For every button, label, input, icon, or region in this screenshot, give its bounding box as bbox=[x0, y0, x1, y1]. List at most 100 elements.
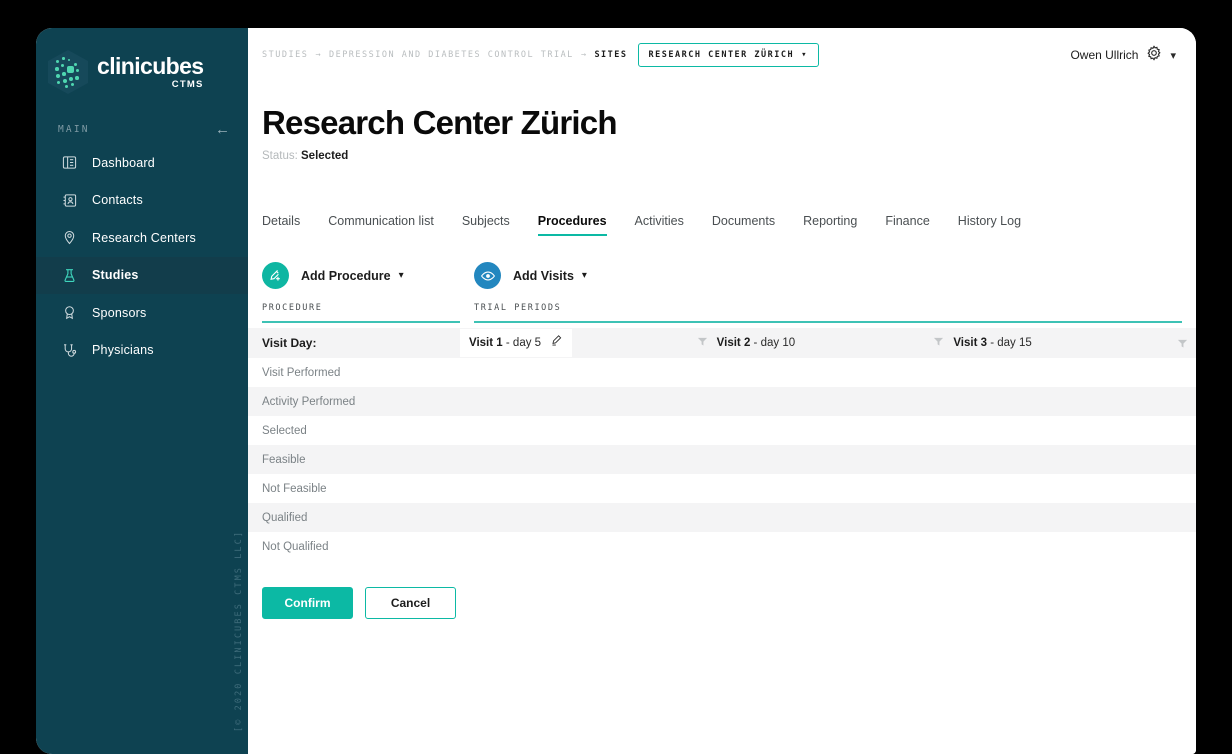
visit-cell-2: Visit 2 - day 10 bbox=[697, 334, 934, 352]
tab-activities[interactable]: Activities bbox=[635, 214, 684, 236]
sidebar-item-label: Dashboard bbox=[92, 155, 155, 170]
copyright-notice: [© 2020 CLINICUBES CTMS LLC] bbox=[234, 529, 244, 732]
visit-cell-1: Visit 1 - day 5 bbox=[460, 329, 697, 357]
cancel-button[interactable]: Cancel bbox=[365, 587, 456, 619]
contacts-icon bbox=[58, 193, 80, 208]
breadcrumb-separator-icon: → bbox=[580, 50, 588, 60]
table-row[interactable]: Activity Performed bbox=[248, 387, 1196, 416]
action-row: Add Procedure ▾ Add Visits ▾ bbox=[248, 262, 1196, 289]
procedure-rows: Visit Performed Activity Performed Selec… bbox=[248, 358, 1196, 561]
visit-1-label: Visit 1 - day 5 bbox=[469, 337, 542, 349]
row-label: Activity Performed bbox=[262, 395, 356, 408]
tab-procedures[interactable]: Procedures bbox=[537, 214, 607, 236]
column-header-procedure: PROCEDURE bbox=[262, 303, 460, 323]
nav-section-title: MAIN bbox=[58, 123, 90, 135]
breadcrumb-current-chip[interactable]: RESEARCH CENTER ZÜRICH ▾ bbox=[637, 43, 820, 67]
status-line: Status: Selected bbox=[262, 150, 1196, 162]
breadcrumb-separator-icon: → bbox=[315, 50, 322, 60]
flask-icon bbox=[58, 268, 80, 283]
brand-subtitle: CTMS bbox=[171, 78, 204, 90]
table-row[interactable]: Selected bbox=[248, 416, 1196, 445]
column-header-trial-periods: TRIAL PERIODS bbox=[474, 303, 1182, 323]
award-icon bbox=[58, 305, 80, 320]
sidebar-item-label: Contacts bbox=[92, 193, 143, 208]
eye-icon bbox=[474, 262, 501, 289]
chevron-down-icon: ▾ bbox=[398, 270, 404, 281]
tab-subjects[interactable]: Subjects bbox=[462, 214, 510, 236]
breadcrumb-item-studies[interactable]: STUDIES bbox=[262, 50, 308, 60]
table-row[interactable]: Not Qualified bbox=[248, 532, 1196, 561]
row-label: Visit Performed bbox=[262, 366, 341, 379]
tab-details[interactable]: Details bbox=[262, 214, 300, 236]
page-title: Research Center Zürich bbox=[262, 104, 618, 141]
table-row[interactable]: Visit Performed bbox=[248, 358, 1196, 387]
visit-2-label: Visit 2 - day 10 bbox=[716, 337, 796, 349]
main-content: STUDIES → DEPRESSION AND DIABETES CONTRO… bbox=[248, 28, 1196, 754]
row-label: Not Qualified bbox=[262, 540, 329, 553]
table-row[interactable]: Feasible bbox=[248, 445, 1196, 474]
breadcrumb-item-trial[interactable]: DEPRESSION AND DIABETES CONTROL TRIAL bbox=[329, 50, 574, 60]
visit-3-label: Visit 3 - day 15 bbox=[953, 337, 1032, 349]
column-headers: PROCEDURE TRIAL PERIODS bbox=[248, 303, 1196, 323]
pen-plus-icon bbox=[262, 262, 289, 289]
row-label: Selected bbox=[262, 424, 307, 437]
sidebar-item-label: Research Centers bbox=[92, 230, 196, 245]
visit-cell-3: Visit 3 - day 15 bbox=[933, 334, 1170, 352]
table-row[interactable]: Not Feasible bbox=[248, 474, 1196, 503]
sidebar-item-dashboard[interactable]: Dashboard bbox=[36, 144, 248, 182]
trailing-filter[interactable] bbox=[1170, 338, 1196, 349]
sidebar: clinicubes CTMS MAIN ← Dashboard Contact… bbox=[36, 28, 248, 754]
user-menu[interactable]: Owen Ullrich ▾ bbox=[1070, 44, 1176, 66]
page-header: Research Center Zürich Status: Selected bbox=[248, 82, 1196, 162]
filter-icon[interactable] bbox=[697, 334, 709, 352]
sidebar-item-research-centers[interactable]: Research Centers bbox=[36, 219, 248, 257]
table-row[interactable]: Qualified bbox=[248, 503, 1196, 532]
confirm-button[interactable]: Confirm bbox=[262, 587, 353, 619]
visit-1-chip[interactable]: Visit 1 - day 5 bbox=[460, 329, 573, 357]
tab-finance[interactable]: Finance bbox=[885, 214, 929, 236]
chevron-down-icon: ▾ bbox=[581, 270, 587, 281]
sidebar-item-contacts[interactable]: Contacts bbox=[36, 182, 248, 220]
nav-section-header: MAIN ← bbox=[36, 114, 248, 144]
tab-documents[interactable]: Documents bbox=[712, 214, 775, 236]
footer-actions: Confirm Cancel bbox=[248, 587, 1196, 619]
stethoscope-icon bbox=[58, 343, 80, 358]
tab-communication-list[interactable]: Communication list bbox=[328, 214, 434, 236]
chevron-down-icon: ▾ bbox=[801, 50, 809, 60]
pencil-icon[interactable] bbox=[550, 334, 563, 352]
filter-icon[interactable] bbox=[933, 334, 945, 352]
status-label: Status: bbox=[262, 150, 298, 162]
filter-icon bbox=[1177, 339, 1188, 348]
add-procedure-button[interactable]: Add Procedure ▾ bbox=[262, 262, 474, 289]
row-label: Not Feasible bbox=[262, 482, 327, 495]
add-visits-button[interactable]: Add Visits ▾ bbox=[474, 262, 1196, 289]
add-visits-label: Add Visits bbox=[513, 268, 574, 283]
row-label: Qualified bbox=[262, 511, 308, 524]
sidebar-item-label: Physicians bbox=[92, 343, 154, 358]
app-window: clinicubes CTMS MAIN ← Dashboard Contact… bbox=[36, 28, 1196, 754]
brand-name: clinicubes bbox=[97, 52, 204, 79]
topbar: STUDIES → DEPRESSION AND DIABETES CONTRO… bbox=[248, 28, 1196, 82]
sidebar-item-physicians[interactable]: Physicians bbox=[36, 332, 248, 370]
row-label: Feasible bbox=[262, 453, 306, 466]
dashboard-icon bbox=[58, 155, 80, 170]
user-name: Owen Ullrich bbox=[1070, 48, 1139, 62]
tab-bar: Details Communication list Subjects Proc… bbox=[248, 206, 1196, 236]
add-procedure-label: Add Procedure bbox=[301, 268, 391, 283]
breadcrumb: STUDIES → DEPRESSION AND DIABETES CONTRO… bbox=[262, 43, 820, 67]
chevron-down-icon[interactable]: ▾ bbox=[1170, 49, 1176, 62]
visit-day-row: Visit Day: Visit 1 - day 5 Visit 2 - day… bbox=[248, 328, 1196, 358]
sidebar-item-label: Studies bbox=[92, 268, 139, 283]
sidebar-item-sponsors[interactable]: Sponsors bbox=[36, 294, 248, 332]
hex-cube-logo-icon bbox=[48, 50, 88, 94]
tab-history-log[interactable]: History Log bbox=[958, 214, 1021, 236]
arrow-left-icon[interactable]: ← bbox=[215, 122, 230, 137]
brand-logo-area[interactable]: clinicubes CTMS bbox=[36, 28, 248, 100]
gear-icon[interactable] bbox=[1146, 44, 1162, 66]
sidebar-item-label: Sponsors bbox=[92, 305, 147, 320]
breadcrumb-item-sites[interactable]: SITES bbox=[594, 50, 627, 60]
map-pin-icon bbox=[58, 230, 80, 245]
sidebar-item-studies[interactable]: Studies bbox=[36, 256, 248, 294]
tab-reporting[interactable]: Reporting bbox=[803, 214, 857, 236]
status-badge: Selected bbox=[301, 150, 349, 162]
